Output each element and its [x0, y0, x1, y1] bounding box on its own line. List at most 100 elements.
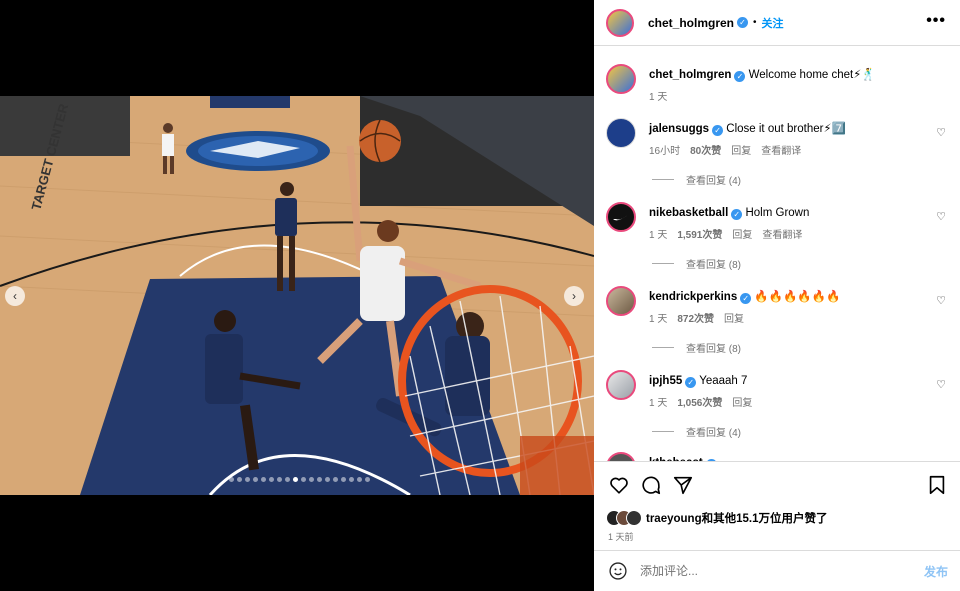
view-replies-label[interactable]: 查看回复 (4) — [686, 424, 741, 439]
liker-username[interactable]: traeyoung — [646, 513, 702, 525]
comment-username[interactable]: kendrickperkins — [649, 291, 737, 303]
like-heart-icon[interactable] — [608, 474, 630, 496]
separator-dot: • — [753, 17, 757, 28]
comment-text: 🔥🔥🔥🔥🔥🔥 — [754, 291, 841, 303]
reply-button[interactable]: 回复 — [724, 310, 744, 325]
comment-text: Holm Grown — [745, 207, 810, 219]
post-comment-button[interactable]: 发布 — [924, 563, 948, 580]
commenter-avatar[interactable] — [606, 370, 636, 400]
instagram-post-view: TARGET CENTER ‹ › chet_holmgren ✓ • 关注 •… — [0, 0, 960, 591]
emoji-icon[interactable] — [608, 561, 628, 581]
carousel-dot — [341, 477, 346, 482]
view-replies-label[interactable]: 查看回复 (8) — [686, 340, 741, 355]
comment-username[interactable]: jalensuggs — [649, 123, 709, 135]
comment-text: Close it out brother⚡7️⃣ — [726, 123, 846, 135]
comments-list: chet_holmgren ✓ Welcome home chet⚡🕺 1 天 j… — [594, 47, 960, 461]
view-replies-button[interactable]: 查看回复 (8) — [652, 340, 741, 355]
comment-time: 16小时 — [649, 146, 681, 157]
carousel-dot — [229, 477, 234, 482]
comment-username[interactable]: nikebasketball — [649, 207, 728, 219]
commenter-avatar[interactable] — [606, 202, 636, 232]
view-replies-button[interactable]: 查看回复 (4) — [652, 172, 741, 187]
comment-username[interactable]: ipjh55 — [649, 375, 682, 387]
replies-dash — [652, 347, 674, 348]
more-options-icon[interactable]: ••• — [926, 12, 946, 30]
nike-swoosh-icon — [613, 215, 628, 221]
follow-button[interactable]: 关注 — [762, 15, 784, 31]
carousel-dot — [269, 477, 274, 482]
caption-time: 1 天 — [649, 92, 668, 103]
carousel-dot-active — [293, 477, 298, 482]
carousel-dot — [333, 477, 338, 482]
carousel-dot — [301, 477, 306, 482]
like-comment-heart-icon[interactable]: ♡ — [936, 210, 946, 223]
carousel-indicator — [229, 477, 370, 482]
verified-badge-icon: ✓ — [740, 293, 752, 304]
view-replies-label[interactable]: 查看回复 (4) — [686, 172, 741, 187]
author-avatar[interactable] — [606, 64, 636, 94]
translate-button[interactable]: 查看翻译 — [761, 142, 801, 157]
verified-badge-icon: ✓ — [737, 17, 749, 28]
post-date[interactable]: 1 天前 — [608, 530, 634, 543]
comment-likes[interactable]: 1,591次赞 — [677, 226, 722, 241]
comment-likes[interactable]: 1,056次赞 — [677, 394, 722, 409]
translate-button[interactable]: 查看翻译 — [762, 226, 802, 241]
likes-count-text[interactable]: 和其他15.1万位用户赞了 — [702, 513, 828, 525]
liker-avatar[interactable] — [626, 510, 642, 526]
comment-bubble-icon[interactable] — [640, 474, 662, 496]
like-comment-heart-icon[interactable]: ♡ — [936, 294, 946, 307]
verified-badge-icon: ✓ — [731, 209, 743, 220]
view-replies-button[interactable]: 查看回复 (4) — [652, 424, 741, 439]
carousel-dot — [245, 477, 250, 482]
caption-username[interactable]: chet_holmgren — [649, 69, 731, 81]
carousel-dot — [261, 477, 266, 482]
commenter-avatar[interactable] — [606, 118, 636, 148]
replies-dash — [652, 179, 674, 180]
carousel-dot — [285, 477, 290, 482]
comment-text: Yeaaah 7 — [699, 375, 748, 387]
like-comment-heart-icon[interactable]: ♡ — [936, 378, 946, 391]
comment-input[interactable] — [640, 564, 910, 578]
replies-dash — [652, 263, 674, 264]
comment-time: 1 天 — [649, 314, 668, 325]
view-replies-label[interactable]: 查看回复 (8) — [686, 256, 741, 271]
reply-button[interactable]: 回复 — [732, 226, 752, 241]
replies-dash — [652, 431, 674, 432]
share-send-icon[interactable] — [672, 474, 694, 496]
carousel-dot — [237, 477, 242, 482]
post-details-panel: chet_holmgren ✓ • 关注 ••• chet_holmgren ✓ … — [594, 0, 960, 591]
view-replies-button[interactable]: 查看回复 (8) — [652, 256, 741, 271]
reply-button[interactable]: 回复 — [731, 142, 751, 157]
verified-badge-icon: ✓ — [685, 377, 697, 388]
save-bookmark-icon[interactable] — [926, 474, 948, 496]
carousel-dot — [277, 477, 282, 482]
comment-time: 1 天 — [649, 398, 668, 409]
caption-text: Welcome home chet⚡🕺 — [748, 69, 876, 81]
carousel-dot — [357, 477, 362, 482]
previous-image-button[interactable]: ‹ — [5, 286, 25, 306]
carousel-dot — [349, 477, 354, 482]
carousel-dot — [325, 477, 330, 482]
likes-summary: traeyoung和其他15.1万位用户赞了 — [606, 510, 827, 526]
carousel-dot — [317, 477, 322, 482]
author-username[interactable]: chet_holmgren — [648, 16, 734, 30]
author-avatar[interactable] — [606, 8, 634, 37]
action-icons — [608, 474, 948, 498]
comment-composer: 发布 — [594, 550, 960, 591]
post-header: chet_holmgren ✓ • 关注 ••• — [594, 0, 960, 46]
verified-badge-icon: ✓ — [712, 125, 724, 136]
carousel-dot — [253, 477, 258, 482]
media-pane: TARGET CENTER ‹ › — [0, 0, 594, 591]
carousel-dot — [309, 477, 314, 482]
reply-button[interactable]: 回复 — [732, 394, 752, 409]
next-image-button[interactable]: › — [564, 286, 584, 306]
commenter-avatar[interactable] — [606, 452, 636, 461]
commenter-avatar[interactable] — [606, 286, 636, 316]
verified-badge-icon: ✓ — [734, 71, 746, 82]
basketball-dunk-image: TARGET CENTER — [0, 96, 594, 495]
comment-likes[interactable]: 872次赞 — [677, 310, 714, 325]
carousel-dot — [365, 477, 370, 482]
post-actions: traeyoung和其他15.1万位用户赞了 1 天前 — [594, 461, 960, 550]
comment-likes[interactable]: 80次赞 — [690, 142, 721, 157]
like-comment-heart-icon[interactable]: ♡ — [936, 126, 946, 139]
